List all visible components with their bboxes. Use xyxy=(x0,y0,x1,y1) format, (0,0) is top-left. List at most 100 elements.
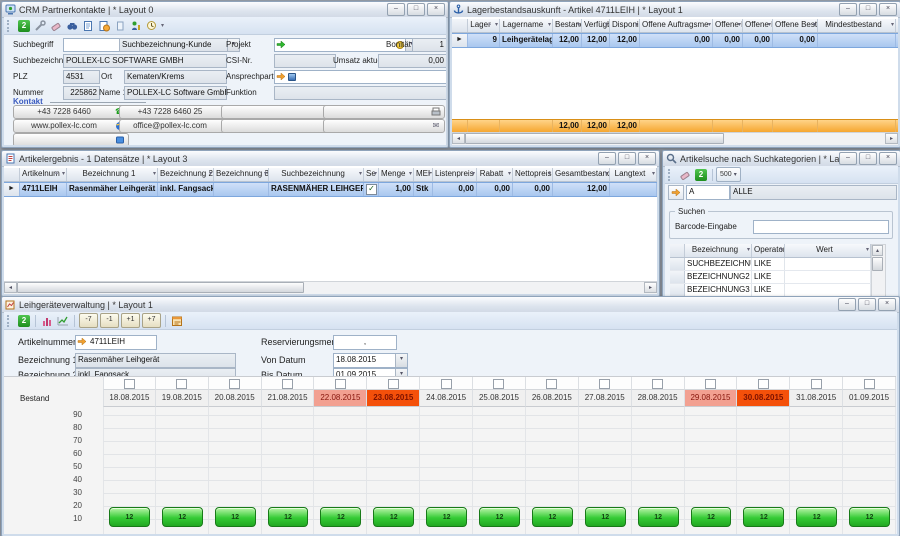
day-checkbox[interactable] xyxy=(388,379,399,389)
column-header[interactable]: Se▾ xyxy=(364,168,379,181)
column-header[interactable]: Wert▾ xyxy=(785,244,871,257)
filter-dropdown-icon[interactable]: ▾ xyxy=(428,171,431,178)
ansprechpartner-field[interactable]: ▾ xyxy=(274,70,446,84)
minus1-day-button[interactable]: -1 xyxy=(100,313,119,328)
filter-dropdown-icon[interactable]: ▾ xyxy=(62,171,65,178)
scrollbar-thumb[interactable] xyxy=(465,133,724,144)
scrollbar-thumb[interactable] xyxy=(872,257,883,271)
close-button[interactable]: × xyxy=(879,3,897,16)
suchkriterium-row[interactable]: SUCHBEZEICHNUNGLIKE xyxy=(670,258,871,271)
filter-dropdown-icon[interactable]: ▾ xyxy=(635,22,638,29)
artikelnummer-field[interactable]: 4711LEIH xyxy=(75,335,157,350)
date-header[interactable]: 19.08.2015 xyxy=(156,390,209,407)
column-header[interactable]: Bezeichnung 2▾ xyxy=(158,168,214,181)
column-header[interactable]: Rabatt▾ xyxy=(477,168,513,181)
stock-bar[interactable]: 12 xyxy=(691,507,732,527)
refresh-icon[interactable]: 2 xyxy=(694,168,708,182)
filter-dropdown-icon[interactable]: ▾ xyxy=(747,247,750,254)
day-checkbox[interactable] xyxy=(652,379,663,389)
close-button[interactable]: × xyxy=(427,3,445,16)
restore-button[interactable]: □ xyxy=(407,3,425,16)
lookup-icon[interactable] xyxy=(288,73,296,81)
filter-dropdown-icon[interactable]: ▾ xyxy=(605,22,608,29)
calendar-edit-icon[interactable] xyxy=(170,314,184,328)
close-button[interactable]: × xyxy=(879,152,897,165)
date-header[interactable]: 28.08.2015 xyxy=(632,390,685,407)
document-sync-icon[interactable] xyxy=(97,19,111,33)
kategorie-arrow-button[interactable] xyxy=(668,185,684,200)
column-header[interactable]: Bestand▾ xyxy=(553,19,582,32)
artikel-horizontal-scrollbar[interactable]: ◂ ▸ xyxy=(4,281,657,294)
column-header[interactable]: Offene FA-Pos▾ xyxy=(743,19,773,32)
phone2-button[interactable]: ☎ xyxy=(221,105,337,119)
tools-icon[interactable] xyxy=(33,19,47,33)
column-header[interactable]: Lagername▾ xyxy=(500,19,553,32)
restore-button[interactable]: □ xyxy=(618,152,636,165)
email-button[interactable]: office@pollex-lc.com✉ xyxy=(119,119,235,133)
suche-grid[interactable]: Bezeichnung▾Operator▾Wert▾SUCHBEZEICHNUN… xyxy=(670,244,871,302)
lager-row[interactable]: ►9Leihgerätelager12,0012,0012,000,000,00… xyxy=(452,33,898,48)
filter-dropdown-icon[interactable]: ▾ xyxy=(652,171,655,178)
column-header[interactable]: Nettopreis▾ xyxy=(513,168,553,181)
stock-bar[interactable]: 12 xyxy=(849,507,890,527)
document-icon[interactable] xyxy=(81,19,95,33)
day-checkbox[interactable] xyxy=(758,379,769,389)
filter-dropdown-icon[interactable]: ▾ xyxy=(153,171,156,178)
plus7-days-button[interactable]: +7 xyxy=(142,313,161,328)
filter-dropdown-icon[interactable]: ▾ xyxy=(780,247,783,254)
von-datum-picker[interactable]: 18.08.2015▾ xyxy=(333,353,408,368)
toolbar-dropdown-icon[interactable]: ▾ xyxy=(161,22,164,29)
row-limit-button[interactable]: 500▾ xyxy=(716,167,741,182)
date-header[interactable]: 29.08.2015 xyxy=(685,390,738,407)
column-header[interactable]: Gesamtbestand▾ xyxy=(553,168,610,181)
restore-button[interactable]: □ xyxy=(859,152,877,165)
barcode-input[interactable] xyxy=(753,220,889,234)
lager-grid[interactable]: Lager▴▾Lagername▾Bestand▾Verfügbar▾Dispo… xyxy=(452,19,898,48)
column-header[interactable]: Offene Bestellme▾ xyxy=(773,19,818,32)
minus7-days-button[interactable]: -7 xyxy=(79,313,98,328)
column-header[interactable]: Bezeichnung 1▾ xyxy=(67,168,158,181)
column-header[interactable]: Artikelnum▴▾ xyxy=(20,168,67,181)
row-checkbox[interactable]: ✓ xyxy=(366,184,377,195)
filter-dropdown-icon[interactable]: ▾ xyxy=(891,22,894,29)
scroll-up-icon[interactable]: ▴ xyxy=(872,245,883,256)
date-header[interactable]: 25.08.2015 xyxy=(473,390,526,407)
search-binoculars-icon[interactable] xyxy=(65,19,79,33)
crm-titlebar[interactable]: CRM Partnerkontakte | * Layout 0 – □ × xyxy=(2,2,448,18)
fax2-button[interactable] xyxy=(323,105,445,119)
stock-bar[interactable]: 12 xyxy=(479,507,520,527)
filter-dropdown-icon[interactable]: ▾ xyxy=(548,171,551,178)
stock-bar[interactable]: 12 xyxy=(268,507,309,527)
window-crm-partnerkontakte[interactable]: CRM Partnerkontakte | * Layout 0 – □ × 2… xyxy=(1,1,449,148)
filter-dropdown-icon[interactable]: ▾ xyxy=(264,171,267,178)
scrollbar-thumb[interactable] xyxy=(17,282,304,293)
day-checkbox[interactable] xyxy=(282,379,293,389)
suche-titlebar[interactable]: Artikelsuche nach Suchkategorien | * Lay… xyxy=(663,151,900,167)
filter-dropdown-icon[interactable]: ▾ xyxy=(708,22,711,29)
close-button[interactable]: × xyxy=(878,298,896,311)
scroll-left-icon[interactable]: ◂ xyxy=(4,282,17,293)
day-checkbox[interactable] xyxy=(811,379,822,389)
day-checkbox[interactable] xyxy=(335,379,346,389)
contact-stats-icon[interactable] xyxy=(129,19,143,33)
date-header[interactable]: 30.08.2015 xyxy=(737,390,790,407)
suchkriterium-row[interactable]: BEZEICHNUNG2LIKE xyxy=(670,271,871,284)
green-arrow-icon[interactable] xyxy=(276,40,286,49)
plus1-day-button[interactable]: +1 xyxy=(121,313,140,328)
column-header[interactable]: Disponibel▾ xyxy=(610,19,640,32)
filter-dropdown-icon[interactable]: ▾ xyxy=(813,22,816,29)
scroll-left-icon[interactable]: ◂ xyxy=(452,133,465,144)
restore-button[interactable]: □ xyxy=(858,298,876,311)
filter-dropdown-icon[interactable]: ▾ xyxy=(866,247,869,254)
filter-dropdown-icon[interactable]: ▾ xyxy=(359,171,362,178)
minimize-button[interactable]: – xyxy=(838,298,856,311)
bar-chart-icon[interactable] xyxy=(40,314,54,328)
stock-bar[interactable]: 12 xyxy=(426,507,467,527)
minimize-button[interactable]: – xyxy=(387,3,405,16)
kategorie-code-input[interactable]: A xyxy=(686,185,730,200)
restore-button[interactable]: □ xyxy=(859,3,877,16)
date-header[interactable]: 24.08.2015 xyxy=(420,390,473,407)
column-header[interactable]: Verfügbar▾ xyxy=(582,19,610,32)
filter-dropdown-icon[interactable]: ▾ xyxy=(472,171,475,178)
day-checkbox[interactable] xyxy=(864,379,875,389)
